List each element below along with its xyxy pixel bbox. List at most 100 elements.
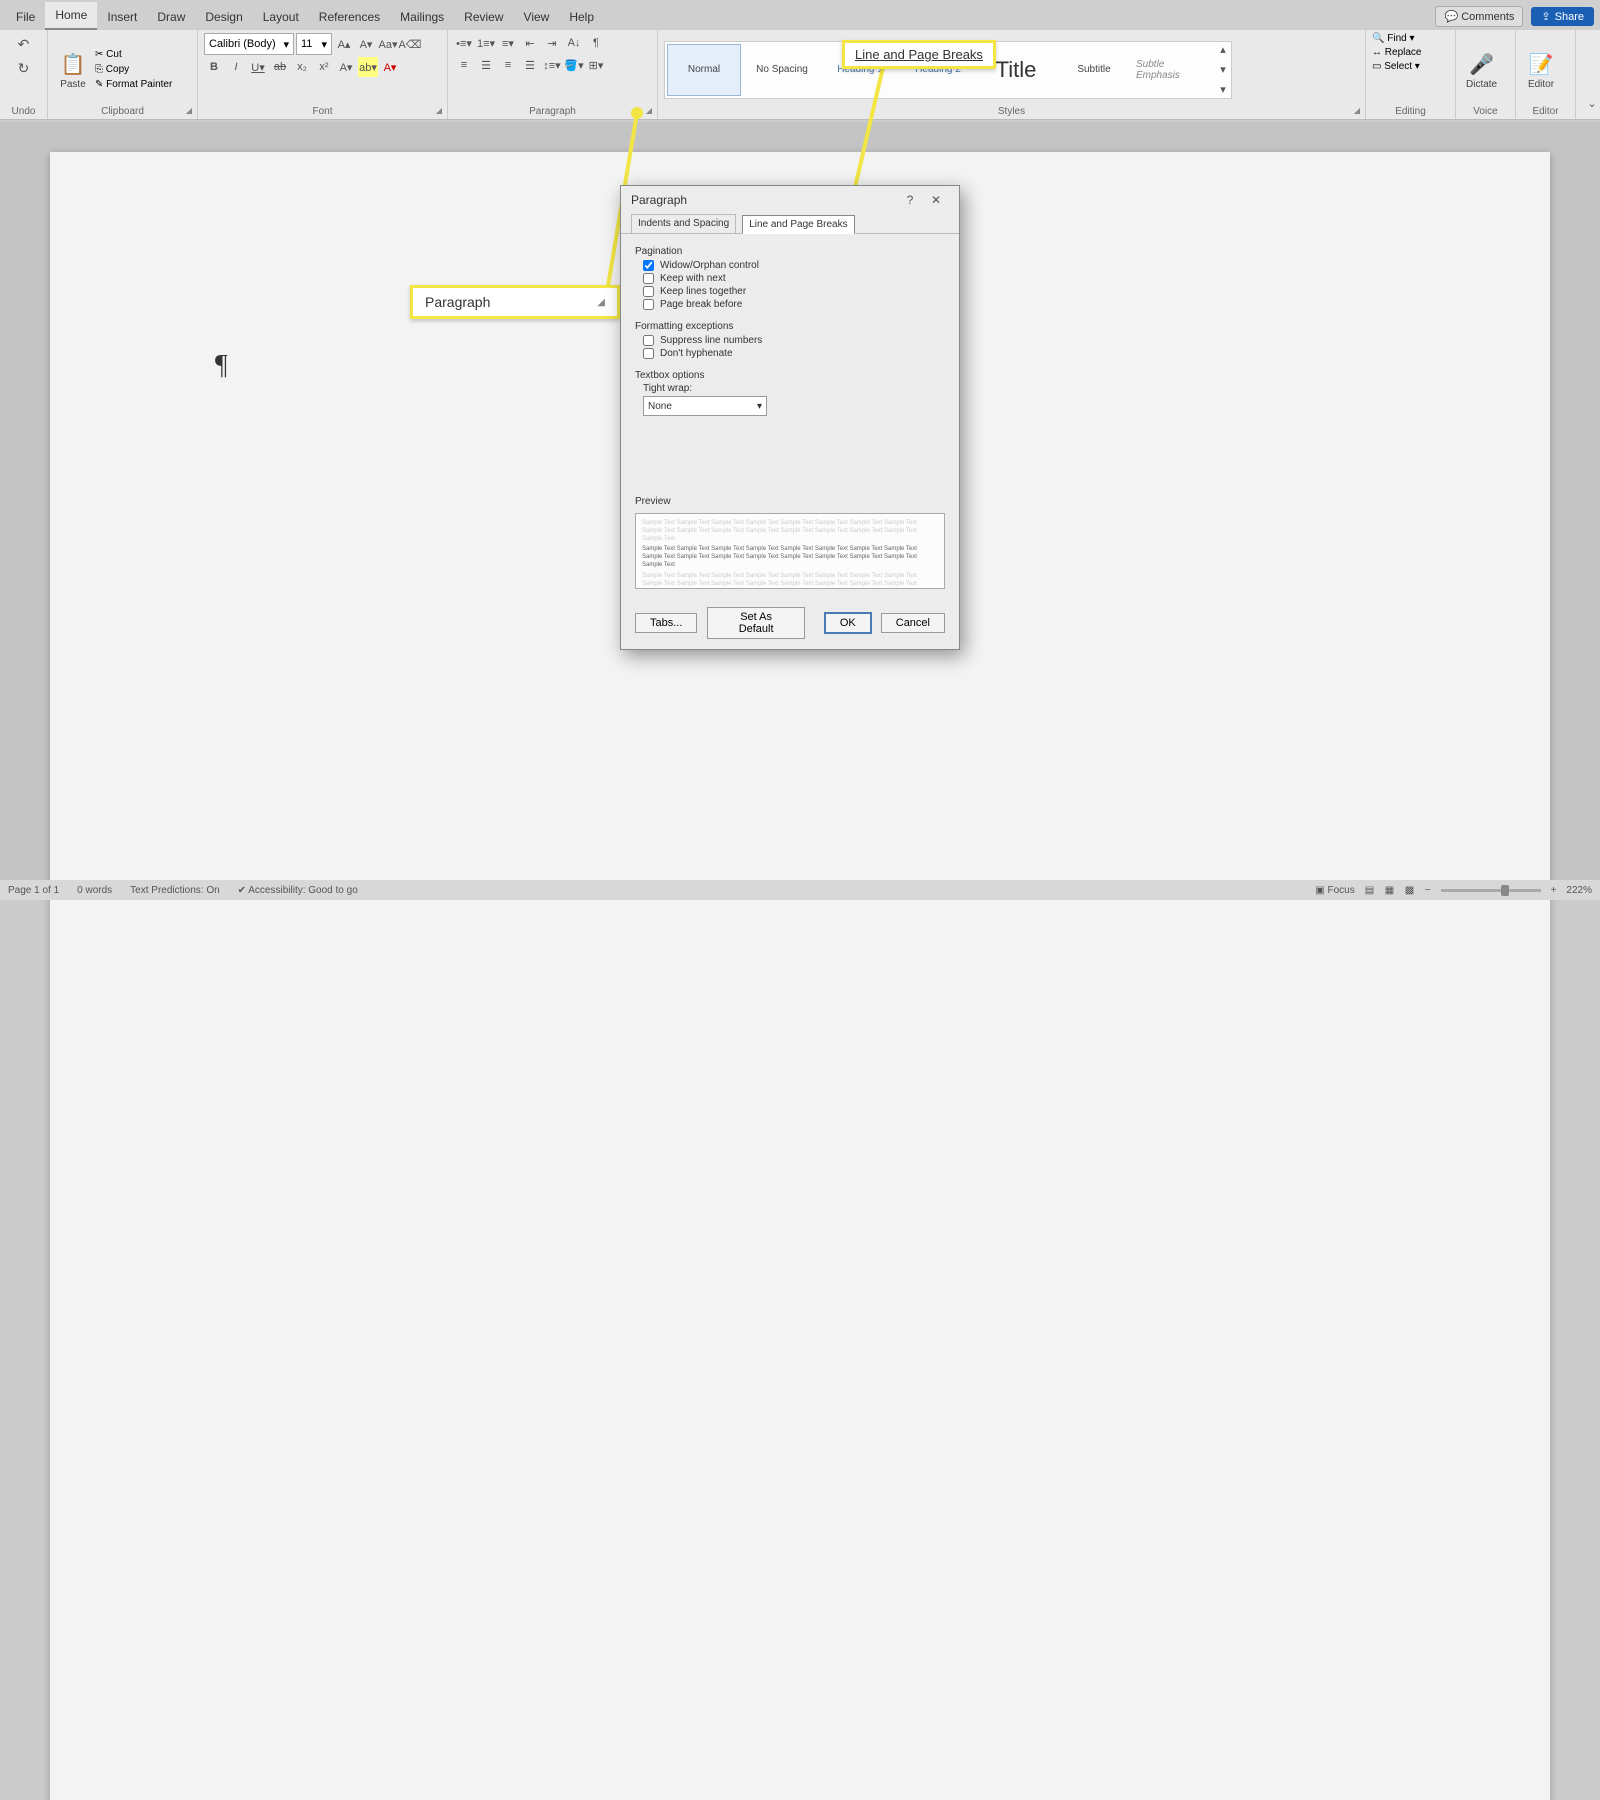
status-accessibility[interactable]: ✔ Accessibility: Good to go xyxy=(238,885,358,896)
status-focus[interactable]: ▣ Focus xyxy=(1315,885,1354,896)
paste-label: Paste xyxy=(60,79,86,90)
menu-references[interactable]: References xyxy=(309,4,390,30)
dialog-help-icon[interactable]: ? xyxy=(897,189,923,211)
menu-view[interactable]: View xyxy=(514,4,560,30)
print-layout-icon[interactable]: ▦ xyxy=(1385,885,1395,895)
status-page[interactable]: Page 1 of 1 xyxy=(8,885,59,896)
editor-icon: 📝 xyxy=(1526,49,1556,79)
web-layout-icon[interactable]: ▩ xyxy=(1405,885,1415,895)
show-marks-icon[interactable]: ¶ xyxy=(586,33,606,53)
undo-icon[interactable]: ↶ xyxy=(13,33,35,55)
dont-hyphenate-checkbox[interactable]: Don't hyphenate xyxy=(635,347,945,360)
bold-icon[interactable]: B xyxy=(204,57,224,77)
find-button[interactable]: 🔍 Find ▾ xyxy=(1372,33,1415,44)
copy-button[interactable]: ⎘ Copy xyxy=(95,64,172,75)
increase-indent-icon[interactable]: ⇥ xyxy=(542,33,562,53)
font-color-icon[interactable]: A▾ xyxy=(380,57,400,77)
page-break-before-checkbox[interactable]: Page break before xyxy=(635,298,945,311)
share-button[interactable]: ⇪ Share xyxy=(1531,7,1594,26)
tab-indents-spacing[interactable]: Indents and Spacing xyxy=(631,214,736,233)
style-no-spacing[interactable]: No Spacing xyxy=(745,44,819,96)
align-right-icon[interactable]: ≡ xyxy=(498,55,518,75)
decrease-indent-icon[interactable]: ⇤ xyxy=(520,33,540,53)
tight-wrap-value: None xyxy=(648,401,672,412)
font-name-select[interactable]: Calibri (Body)▾ xyxy=(204,33,294,55)
menu-home[interactable]: Home xyxy=(45,2,97,30)
decrease-font-icon[interactable]: A▾ xyxy=(356,34,376,54)
underline-icon[interactable]: U▾ xyxy=(248,57,268,77)
zoom-slider[interactable] xyxy=(1441,889,1541,892)
tabs-button[interactable]: Tabs... xyxy=(635,613,697,633)
format-painter-button[interactable]: ✎ Format Painter xyxy=(95,79,172,90)
zoom-out-icon[interactable]: − xyxy=(1425,885,1431,896)
align-center-icon[interactable]: ☰ xyxy=(476,55,496,75)
menu-mailings[interactable]: Mailings xyxy=(390,4,454,30)
find-label: Find xyxy=(1387,33,1406,44)
zoom-in-icon[interactable]: + xyxy=(1551,885,1557,896)
redo-icon[interactable]: ↻ xyxy=(13,57,35,79)
editor-button[interactable]: 📝Editor xyxy=(1522,47,1560,92)
subscript-icon[interactable]: x₂ xyxy=(292,57,312,77)
text-effects-icon[interactable]: A▾ xyxy=(336,57,356,77)
tight-wrap-select[interactable]: None▾ xyxy=(643,396,767,416)
numbering-icon[interactable]: 1≡▾ xyxy=(476,33,496,53)
clear-format-icon[interactable]: A⌫ xyxy=(400,34,420,54)
dialog-close-icon[interactable]: ✕ xyxy=(923,189,949,211)
multilevel-icon[interactable]: ≡▾ xyxy=(498,33,518,53)
zoom-value[interactable]: 222% xyxy=(1566,885,1592,896)
cancel-button[interactable]: Cancel xyxy=(881,613,945,633)
style-normal[interactable]: Normal xyxy=(667,44,741,96)
dialog-titlebar[interactable]: Paragraph ? ✕ xyxy=(621,186,959,214)
styles-launcher-icon[interactable]: ◢ xyxy=(1351,105,1363,117)
paragraph-launcher-icon[interactable]: ◢ xyxy=(643,105,655,117)
strike-icon[interactable]: ab xyxy=(270,57,290,77)
chevron-down-icon: ▾ xyxy=(283,38,289,51)
ok-button[interactable]: OK xyxy=(825,613,871,633)
style-subtitle[interactable]: Subtitle xyxy=(1057,44,1131,96)
dictate-button[interactable]: 🎤Dictate xyxy=(1462,47,1501,92)
italic-icon[interactable]: I xyxy=(226,57,246,77)
collapse-ribbon-icon[interactable]: ⌄ xyxy=(1582,93,1600,113)
superscript-icon[interactable]: x² xyxy=(314,57,334,77)
increase-font-icon[interactable]: A▴ xyxy=(334,34,354,54)
select-button[interactable]: ▭ Select ▾ xyxy=(1372,61,1420,72)
menu-insert[interactable]: Insert xyxy=(97,4,147,30)
align-left-icon[interactable]: ≡ xyxy=(454,55,474,75)
cut-button[interactable]: ✂ Cut xyxy=(95,49,172,60)
tab-line-page-breaks[interactable]: Line and Page Breaks xyxy=(742,215,854,234)
keep-with-next-checkbox[interactable]: Keep with next xyxy=(635,272,945,285)
style-label: No Spacing xyxy=(756,64,808,75)
justify-icon[interactable]: ☰ xyxy=(520,55,540,75)
menu-layout[interactable]: Layout xyxy=(253,4,309,30)
widow-orphan-checkbox[interactable]: Widow/Orphan control xyxy=(635,259,945,272)
status-words[interactable]: 0 words xyxy=(77,885,112,896)
menu-draw[interactable]: Draw xyxy=(147,4,195,30)
menu-file[interactable]: File xyxy=(6,4,45,30)
menu-review[interactable]: Review xyxy=(454,4,513,30)
suppress-line-numbers-checkbox[interactable]: Suppress line numbers xyxy=(635,334,945,347)
highlight-icon[interactable]: ab▾ xyxy=(358,57,378,77)
bullets-icon[interactable]: •≡▾ xyxy=(454,33,474,53)
comments-button[interactable]: 💬 Comments xyxy=(1435,6,1523,27)
clipboard-launcher-icon[interactable]: ◢ xyxy=(183,105,195,117)
read-mode-icon[interactable]: ▤ xyxy=(1365,885,1375,895)
replace-button[interactable]: ↔ Replace xyxy=(1372,47,1421,58)
status-predictions[interactable]: Text Predictions: On xyxy=(130,885,219,896)
keep-lines-together-checkbox[interactable]: Keep lines together xyxy=(635,285,945,298)
styles-up-icon[interactable]: ▴ xyxy=(1213,40,1233,60)
styles-down-icon[interactable]: ▾ xyxy=(1213,60,1233,80)
set-default-button[interactable]: Set As Default xyxy=(707,607,804,639)
styles-more-icon[interactable]: ▾ xyxy=(1213,80,1233,100)
font-launcher-icon[interactable]: ◢ xyxy=(433,105,445,117)
style-subtle-emphasis[interactable]: Subtle Emphasis xyxy=(1135,44,1209,96)
change-case-icon[interactable]: Aa▾ xyxy=(378,34,398,54)
sort-icon[interactable]: A↓ xyxy=(564,33,584,53)
font-size-select[interactable]: 11▾ xyxy=(296,33,332,55)
borders-icon[interactable]: ⊞▾ xyxy=(586,55,606,75)
shading-icon[interactable]: 🪣▾ xyxy=(564,55,584,75)
paste-button[interactable]: 📋 Paste xyxy=(54,47,92,92)
line-spacing-icon[interactable]: ↕≡▾ xyxy=(542,55,562,75)
menu-help[interactable]: Help xyxy=(559,4,604,30)
menu-design[interactable]: Design xyxy=(195,4,252,30)
status-bar: Page 1 of 1 0 words Text Predictions: On… xyxy=(0,880,1600,900)
